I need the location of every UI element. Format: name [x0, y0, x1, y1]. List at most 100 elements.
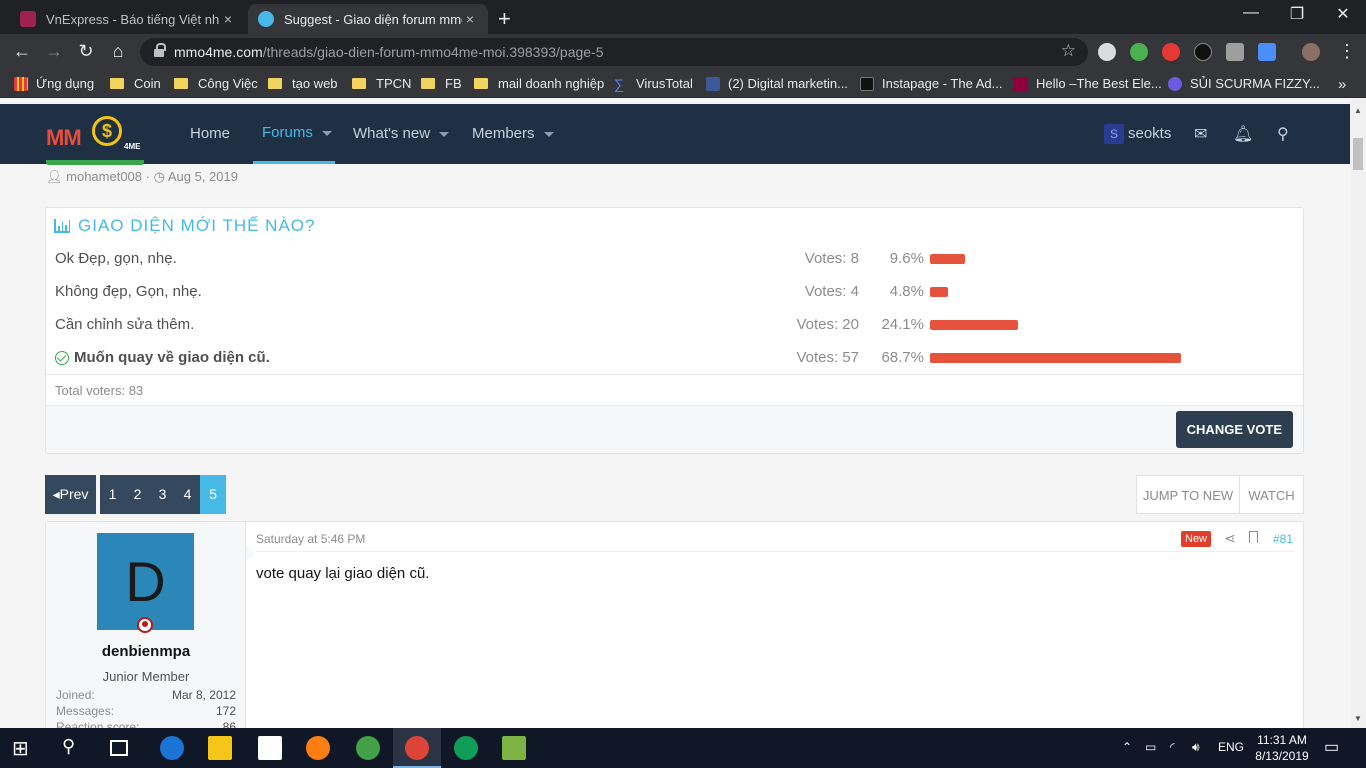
poll-title: GIAO DIỆN MỚI THẾ NÀO? [54, 216, 315, 236]
chevron-down-icon[interactable] [543, 131, 554, 137]
user-avatar[interactable]: S [1104, 124, 1124, 144]
battery-icon[interactable]: ▭ [1145, 740, 1156, 754]
post-number-link[interactable]: #81 [1273, 532, 1293, 546]
bookmark-folder-mail[interactable]: mail doanh nghiệp [474, 76, 604, 91]
nav-home[interactable]: Home [190, 125, 230, 142]
chrome-icon[interactable] [405, 736, 429, 760]
page-link[interactable]: 2 [125, 475, 150, 514]
coccoc-icon[interactable] [356, 736, 380, 760]
bookmark-virustotal[interactable]: ∑ VirusTotal [614, 76, 693, 91]
volume-icon[interactable]: 🔊︎ [1192, 740, 1200, 755]
avatar[interactable]: D [97, 533, 194, 630]
extension-adblock-icon[interactable] [1162, 43, 1180, 61]
bell-icon[interactable]: 🔔︎ [1233, 124, 1253, 144]
search-icon[interactable]: ⚲ [1277, 124, 1289, 144]
bookmark-icon[interactable] [1249, 531, 1258, 543]
browser-tab-vnexpress[interactable]: VnExpress - Báo tiếng Việt nhiều × [10, 4, 246, 34]
change-vote-button[interactable]: CHANGE VOTE [1175, 411, 1293, 448]
poll-block: GIAO DIỆN MỚI THẾ NÀO? Ok Đẹp, gọn, nhẹ.… [45, 207, 1304, 454]
menu-kebab-icon[interactable]: ⋮ [1336, 41, 1358, 62]
scroll-thumb[interactable] [1353, 138, 1363, 170]
nav-whats-new[interactable]: What's new [353, 125, 450, 142]
extension-chat-icon[interactable] [1098, 43, 1116, 61]
minimize-button[interactable]: — [1228, 4, 1274, 22]
reload-icon[interactable]: ↻ [75, 41, 97, 62]
bookmarks-overflow-icon[interactable]: » [1338, 76, 1346, 93]
system-clock[interactable]: 11:31 AM 8/13/2019 [1252, 732, 1312, 764]
thread-author[interactable]: mohamet008 [66, 169, 142, 184]
close-tab-icon[interactable]: × [462, 11, 478, 27]
site-logo[interactable]: MM $ 4ME [46, 112, 156, 156]
account-username[interactable]: seokts [1128, 125, 1171, 142]
chevron-down-icon[interactable] [321, 130, 332, 136]
poll-option-bar [930, 320, 1018, 330]
nav-members[interactable]: Members [472, 125, 554, 142]
scroll-up-icon[interactable]: ▲ [1353, 106, 1363, 115]
extension-translate-icon[interactable] [1258, 43, 1276, 61]
nav-active-indicator [253, 161, 335, 164]
input-language[interactable]: ENG [1218, 740, 1244, 754]
bookmark-instapage[interactable]: Instapage - The Ad... [860, 76, 1002, 91]
bookmark-folder-tao-web[interactable]: tạo web [268, 76, 338, 91]
share-icon[interactable]: ⋖ [1224, 530, 1236, 547]
store-icon[interactable] [258, 736, 282, 760]
windows-start-icon[interactable]: ⊞ [12, 736, 36, 760]
tray-overflow-icon[interactable]: ⌃ [1122, 740, 1132, 754]
bookmark-elementor[interactable]: Hello –The Best Ele... [1014, 76, 1162, 91]
profile-avatar[interactable] [1302, 43, 1320, 61]
bookmark-folder-tpcn[interactable]: TPCN [352, 76, 411, 91]
address-bar[interactable]: mmo4me.com/threads/giao-dien-forum-mmo4m… [140, 38, 1088, 66]
page-link[interactable]: 4 [175, 475, 200, 514]
edge-icon[interactable] [160, 736, 184, 760]
maximize-button[interactable]: ❐ [1274, 4, 1320, 24]
wifi-icon[interactable]: ◜ [1170, 740, 1175, 754]
jump-to-new-button[interactable]: JUMP TO NEW [1136, 475, 1240, 514]
bookmark-label: Instapage - The Ad... [882, 76, 1003, 91]
page-current[interactable]: 5 [200, 475, 226, 514]
back-icon[interactable]: ← [11, 41, 33, 62]
apps-grid-icon [14, 76, 28, 91]
chrome-profile-icon[interactable] [454, 736, 478, 760]
page-scrollbar[interactable]: ▲ ▼ [1350, 98, 1366, 728]
post-timestamp[interactable]: Saturday at 5:46 PM [256, 532, 365, 546]
bookmark-folder-cong-viec[interactable]: Công Việc [174, 76, 258, 91]
close-tab-icon[interactable]: × [220, 11, 236, 27]
notifications-icon[interactable]: ▭ [1324, 737, 1339, 757]
lock-icon [154, 43, 166, 57]
scroll-down-icon[interactable]: ▼ [1353, 714, 1363, 723]
extension-camera-icon[interactable] [1226, 43, 1244, 61]
firefox-icon[interactable] [306, 736, 330, 760]
extension-google-icon[interactable] [1130, 43, 1148, 61]
poll-option-votes: Votes: 20 [796, 316, 859, 333]
bookmark-surcma[interactable]: SỦI SCURMA FIZZY... [1168, 76, 1320, 91]
task-view-icon[interactable] [110, 740, 128, 756]
bookmark-folder-coin[interactable]: Coin [110, 76, 161, 91]
home-icon[interactable]: ⌂ [107, 41, 129, 62]
post-username[interactable]: denbienmpa [46, 643, 246, 660]
poll-footer: Total voters: 83 [46, 374, 1303, 406]
search-icon[interactable]: ⚲ [62, 736, 86, 760]
extension-dark-icon[interactable] [1194, 43, 1212, 61]
page-link[interactable]: 3 [150, 475, 175, 514]
inbox-icon[interactable]: ✉ [1194, 124, 1207, 144]
bookmark-apps[interactable]: Ứng dụng [14, 76, 94, 91]
poll-option-percent: 24.1% [881, 316, 924, 333]
bookmark-folder-fb[interactable]: FB [421, 76, 462, 91]
spreadsheet-app-icon[interactable] [502, 736, 526, 760]
new-badge: New [1181, 531, 1212, 547]
bookmark-star-icon[interactable]: ☆ [1061, 41, 1076, 61]
new-tab-button[interactable]: + [498, 6, 511, 32]
forward-icon[interactable]: → [43, 41, 65, 62]
browser-tab-active[interactable]: Suggest - Giao diện forum mmo4 × [248, 4, 488, 34]
bookmark-facebook[interactable]: (2) Digital marketin... [706, 76, 848, 91]
folder-icon [352, 78, 366, 89]
prev-page-button[interactable]: ◂Prev [45, 475, 96, 514]
file-explorer-icon[interactable] [208, 736, 232, 760]
thread-date[interactable]: Aug 5, 2019 [168, 169, 238, 184]
chevron-down-icon[interactable] [439, 131, 450, 137]
close-window-button[interactable]: ✕ [1320, 4, 1366, 24]
nav-forums[interactable]: Forums [262, 124, 332, 141]
page-link[interactable]: 1 [100, 475, 125, 514]
watch-button[interactable]: WATCH [1239, 475, 1304, 514]
tab-title: VnExpress - Báo tiếng Việt nhiều [46, 11, 220, 27]
